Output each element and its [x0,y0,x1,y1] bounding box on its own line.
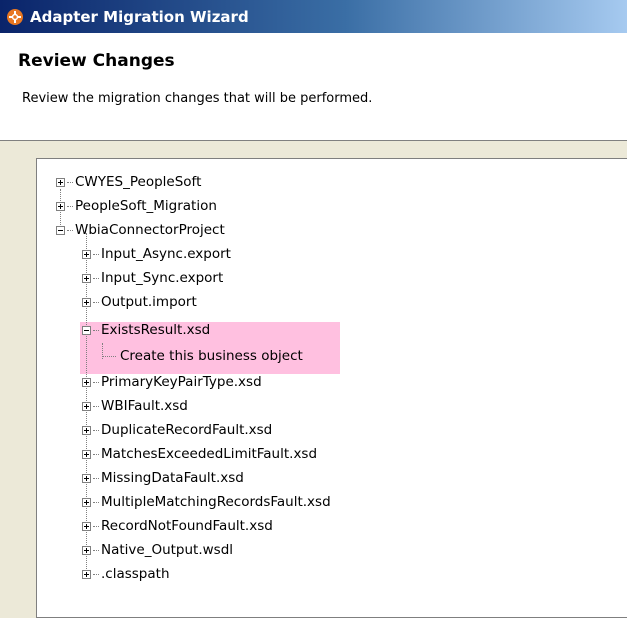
tree-item-file[interactable]: Input_Sync.export [82,267,223,289]
window-title: Adapter Migration Wizard [30,7,249,26]
tree-item-file[interactable]: MultipleMatchingRecordsFault.xsd [82,491,331,513]
expand-plus-icon[interactable] [82,449,91,459]
expand-plus-icon[interactable] [82,425,91,435]
tree-item-label: MultipleMatchingRecordsFault.xsd [101,494,331,510]
tree-item-file[interactable]: Output.import [82,291,197,313]
wizard-header: Review Changes Review the migration chan… [0,33,627,141]
expand-plus-icon[interactable] [56,201,65,211]
collapse-minus-icon[interactable] [82,325,91,335]
expand-plus-icon[interactable] [82,377,91,387]
tree-item-label: DuplicateRecordFault.xsd [101,422,273,438]
tree-item-file[interactable]: Native_Output.wsdl [82,539,233,561]
expand-plus-icon[interactable] [82,497,91,507]
page-title: Review Changes [18,51,175,71]
tree-item-change[interactable]: Create this business object [102,345,303,367]
tree-item-file-selected[interactable]: ExistsResult.xsd [82,319,210,341]
tree-item-label: RecordNotFoundFault.xsd [101,518,273,534]
tree-item-label: Native_Output.wsdl [101,542,234,558]
tree-item-label: .classpath [101,566,170,582]
expand-plus-icon[interactable] [82,273,91,283]
expand-plus-icon[interactable] [82,521,91,531]
tree-item-label: Input_Async.export [101,246,231,262]
expand-plus-icon[interactable] [82,545,91,555]
tree-item-file[interactable]: MissingDataFault.xsd [82,467,244,489]
tree-item-label: ExistsResult.xsd [101,322,211,338]
tree-item-label: MatchesExceededLimitFault.xsd [101,446,318,462]
expand-plus-icon[interactable] [82,249,91,259]
tree-item-file[interactable]: WBIFault.xsd [82,395,188,417]
tree-item-file[interactable]: DuplicateRecordFault.xsd [82,419,272,441]
tree-item-label: WBIFault.xsd [101,398,188,414]
tree-item-file[interactable]: Input_Async.export [82,243,231,265]
tree-item-file[interactable]: MatchesExceededLimitFault.xsd [82,443,317,465]
migration-changes-tree[interactable]: CWYES_PeopleSoft PeopleSoft_Migration Wb… [36,158,627,618]
tree-item-label: WbiaConnectorProject [75,222,225,238]
expand-plus-icon[interactable] [82,473,91,483]
change-item-label: Create this business object [120,348,303,364]
page-description: Review the migration changes that will b… [22,91,373,106]
tree-item-label: Input_Sync.export [101,270,224,286]
tree-item-file[interactable]: .classpath [82,563,170,585]
collapse-minus-icon[interactable] [56,225,65,235]
tree-item-label: CWYES_PeopleSoft [75,174,202,190]
tree-item-project[interactable]: CWYES_PeopleSoft [56,171,201,193]
wizard-app-icon [7,8,23,25]
window-title-bar[interactable]: Adapter Migration Wizard [0,0,627,33]
tree-item-label: MissingDataFault.xsd [101,470,244,486]
tree-item-project[interactable]: PeopleSoft_Migration [56,195,217,217]
tree-item-label: PeopleSoft_Migration [75,198,217,214]
expand-plus-icon[interactable] [82,569,91,579]
expand-plus-icon[interactable] [56,177,65,187]
expand-plus-icon[interactable] [82,401,91,411]
expand-plus-icon[interactable] [82,297,91,307]
tree-item-label: Output.import [101,294,197,310]
tree-item-file[interactable]: PrimaryKeyPairType.xsd [82,371,262,393]
tree-item-file[interactable]: RecordNotFoundFault.xsd [82,515,273,537]
tree-item-label: PrimaryKeyPairType.xsd [101,374,262,390]
tree-item-project[interactable]: WbiaConnectorProject [56,219,225,241]
